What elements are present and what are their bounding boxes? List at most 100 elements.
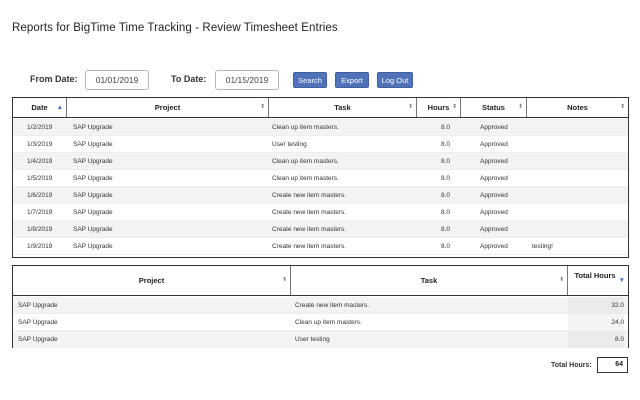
cell-status: Approved	[480, 158, 508, 165]
cell-project: SAP Upgrade	[18, 302, 58, 309]
column-header-notes[interactable]: Notes ⬍	[527, 98, 628, 117]
cell-project: SAP Upgrade	[73, 209, 113, 216]
cell-project: SAP Upgrade	[73, 243, 113, 250]
table-row[interactable]: 1/9/2019 SAP Upgrade Create new item mas…	[13, 238, 628, 255]
cell-task: User testing	[295, 336, 330, 343]
column-header-total-hours[interactable]: Total Hours ▼	[568, 266, 628, 295]
to-date-input[interactable]: 01/15/2019	[215, 70, 279, 90]
cell-hours: 8.0	[441, 141, 451, 148]
cell-task: Create new item masters.	[272, 209, 347, 216]
cell-project: SAP Upgrade	[18, 319, 58, 326]
cell-hours: 8.0	[441, 226, 451, 233]
cell-project: SAP Upgrade	[73, 158, 113, 165]
cell-hours: 8.0	[441, 158, 451, 165]
cell-project: SAP Upgrade	[73, 141, 113, 148]
column-header-hours[interactable]: Hours ⬍	[417, 98, 461, 117]
date-filter-bar: From Date: 01/01/2019 To Date: 01/15/201…	[30, 70, 630, 90]
cell-status: Approved	[480, 243, 508, 250]
cell-status: Approved	[480, 175, 508, 182]
table-row[interactable]: 1/8/2019 SAP Upgrade Create new item mas…	[13, 221, 628, 238]
column-header-notes-label: Notes	[567, 103, 588, 112]
cell-hours: 8.0	[441, 175, 451, 182]
column-header-project-label: Project	[138, 276, 165, 285]
cell-project: SAP Upgrade	[73, 192, 113, 199]
cell-task: Clean up item masters.	[295, 319, 362, 326]
sort-icon[interactable]: ⬍	[408, 98, 413, 117]
table-row[interactable]: 1/4/2019 SAP Upgrade Clean up item maste…	[13, 153, 628, 170]
cell-task: Create new item masters.	[272, 243, 347, 250]
table-row[interactable]: 1/2/2019 SAP Upgrade Clean up item maste…	[13, 119, 628, 136]
summary-header-row: Project ⬍ Task ⬍ Total Hours ▼	[13, 266, 628, 296]
cell-task: Create new item masters.	[295, 302, 370, 309]
cell-total-hours: 32.0	[568, 297, 624, 314]
column-header-total-hours-label: Total Hours	[574, 271, 616, 280]
table-row[interactable]: 1/6/2019 SAP Upgrade Create new item mas…	[13, 187, 628, 204]
cell-project: SAP Upgrade	[73, 226, 113, 233]
column-header-task[interactable]: Task ⬍	[291, 266, 568, 295]
column-header-task[interactable]: Task ⬍	[269, 98, 417, 117]
sort-icon[interactable]: ⬍	[282, 266, 287, 295]
column-header-task-label: Task	[420, 276, 438, 285]
to-date-label: To Date:	[171, 74, 207, 84]
total-hours-label: Total Hours:	[551, 362, 592, 369]
sort-ascending-icon[interactable]: ▲	[57, 98, 63, 117]
entries-header-row: Date ▲ Project ⬍ Task ⬍ Hours ⬍ Status ⬍…	[13, 98, 628, 118]
cell-status: Approved	[480, 209, 508, 216]
project-summary-table: Project ⬍ Task ⬍ Total Hours ▼ SAP Upgra…	[12, 265, 629, 348]
sort-icon[interactable]: ⬍	[559, 266, 564, 295]
total-hours-value: 64	[597, 357, 628, 373]
cell-total-hours: 24.0	[568, 314, 624, 331]
table-row[interactable]: 1/5/2019 SAP Upgrade Clean up item maste…	[13, 170, 628, 187]
cell-project: SAP Upgrade	[73, 175, 113, 182]
cell-date: 1/7/2019	[27, 209, 53, 216]
cell-hours: 8.0	[441, 192, 451, 199]
table-row[interactable]: 1/3/2019 SAP Upgrade User testing 8.0 Ap…	[13, 136, 628, 153]
cell-project: SAP Upgrade	[18, 336, 58, 343]
column-header-hours-label: Hours	[427, 103, 450, 112]
cell-notes: testing!	[532, 243, 553, 250]
export-button[interactable]: Export	[335, 72, 369, 88]
cell-task: Clean up item masters.	[272, 175, 339, 182]
from-date-label: From Date:	[30, 74, 78, 84]
cell-status: Approved	[480, 141, 508, 148]
cell-date: 1/4/2019	[27, 158, 53, 165]
from-date-input[interactable]: 01/01/2019	[85, 70, 149, 90]
column-header-status[interactable]: Status ⬍	[461, 98, 527, 117]
column-header-date-label: Date	[31, 103, 48, 112]
column-header-project[interactable]: Project ⬍	[13, 266, 291, 295]
cell-date: 1/6/2019	[27, 192, 53, 199]
column-header-project-label: Project	[154, 103, 181, 112]
page-title: Reports for BigTime Time Tracking - Revi…	[12, 22, 338, 34]
cell-date: 1/5/2019	[27, 175, 53, 182]
cell-task: Clean up item masters.	[272, 124, 339, 131]
cell-hours: 8.0	[441, 243, 451, 250]
cell-date: 1/2/2019	[27, 124, 53, 131]
table-row[interactable]: SAP Upgrade Clean up item masters. 24.0	[13, 314, 628, 331]
cell-task: Create new item masters.	[272, 192, 347, 199]
column-header-date[interactable]: Date ▲	[13, 98, 67, 117]
search-button[interactable]: Search	[293, 72, 327, 88]
sort-icon[interactable]: ⬍	[452, 98, 457, 117]
cell-status: Approved	[480, 192, 508, 199]
timesheet-entries-table: Date ▲ Project ⬍ Task ⬍ Hours ⬍ Status ⬍…	[12, 97, 629, 258]
cell-date: 1/3/2019	[27, 141, 53, 148]
table-row[interactable]: 1/7/2019 SAP Upgrade Create new item mas…	[13, 204, 628, 221]
sort-icon[interactable]: ⬍	[260, 98, 265, 117]
cell-hours: 8.0	[441, 124, 451, 131]
table-row[interactable]: SAP Upgrade User testing 8.0	[13, 331, 628, 348]
table-row[interactable]: SAP Upgrade Create new item masters. 32.…	[13, 297, 628, 314]
cell-task: Create new item masters.	[272, 226, 347, 233]
column-header-project[interactable]: Project ⬍	[67, 98, 269, 117]
column-header-task-label: Task	[334, 103, 351, 112]
cell-total-hours: 8.0	[568, 331, 624, 348]
cell-status: Approved	[480, 226, 508, 233]
cell-task: Clean up item masters.	[272, 158, 339, 165]
sort-icon[interactable]: ⬍	[620, 98, 625, 117]
cell-date: 1/9/2019	[27, 243, 53, 250]
sort-icon[interactable]: ⬍	[518, 98, 523, 117]
cell-status: Approved	[480, 124, 508, 131]
logout-button[interactable]: Log Out	[377, 72, 413, 88]
cell-project: SAP Upgrade	[73, 124, 113, 131]
sort-descending-icon[interactable]: ▼	[619, 276, 625, 285]
cell-date: 1/8/2019	[27, 226, 53, 233]
